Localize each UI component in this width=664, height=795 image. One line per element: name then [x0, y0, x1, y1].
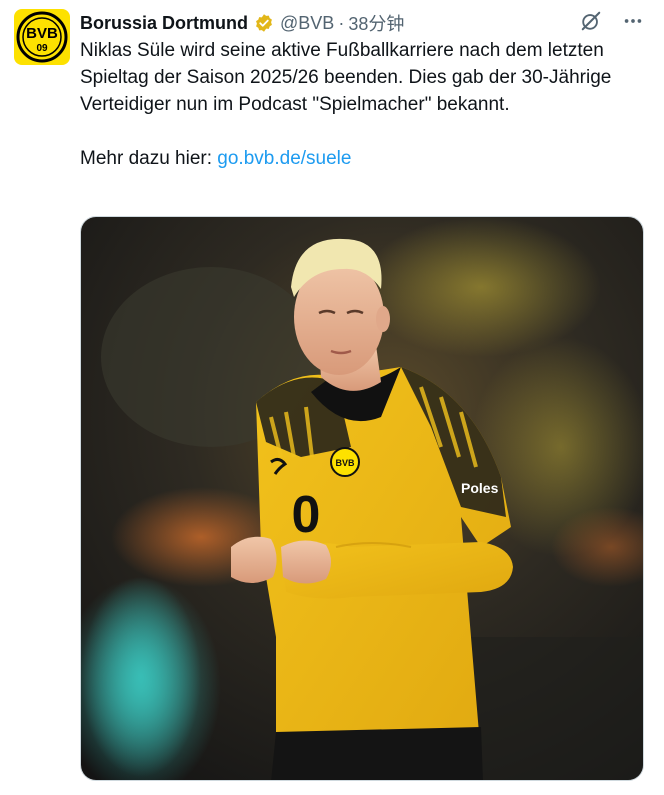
- author-handle[interactable]: @BVB: [280, 13, 334, 34]
- avatar[interactable]: BVB 09: [14, 9, 70, 65]
- avatar-text-top: BVB: [26, 25, 58, 42]
- crest-text: BVB: [335, 458, 355, 468]
- avatar-text-bottom: 09: [36, 43, 48, 54]
- tweet-link[interactable]: go.bvb.de/suele: [217, 148, 351, 169]
- tweet-header: Borussia Dortmund @BVB · 38分钟: [80, 10, 644, 36]
- tweet-more-line: Mehr dazu hier: go.bvb.de/suele: [80, 145, 640, 172]
- tweet-actions-top: [580, 10, 644, 32]
- author-name[interactable]: Borussia Dortmund: [80, 13, 248, 34]
- tweet-body: Niklas Süle wird seine aktive Fußballkar…: [80, 40, 612, 115]
- tweet-media-photo[interactable]: BVB 0 Poles: [80, 216, 644, 781]
- jersey-number: 0: [292, 486, 321, 544]
- tweet-text: Niklas Süle wird seine aktive Fußballkar…: [80, 37, 640, 172]
- sleeve-sponsor: Poles: [461, 480, 499, 496]
- more-prefix: Mehr dazu hier:: [80, 148, 218, 169]
- more-icon[interactable]: [622, 10, 644, 32]
- verified-badge-icon[interactable]: [254, 13, 274, 33]
- separator-dot: ·: [338, 12, 345, 33]
- player-photo: BVB 0 Poles: [81, 217, 643, 780]
- bvb-logo-icon: BVB 09: [16, 11, 68, 63]
- timestamp[interactable]: 38分钟: [348, 10, 404, 36]
- grok-icon[interactable]: [580, 10, 602, 32]
